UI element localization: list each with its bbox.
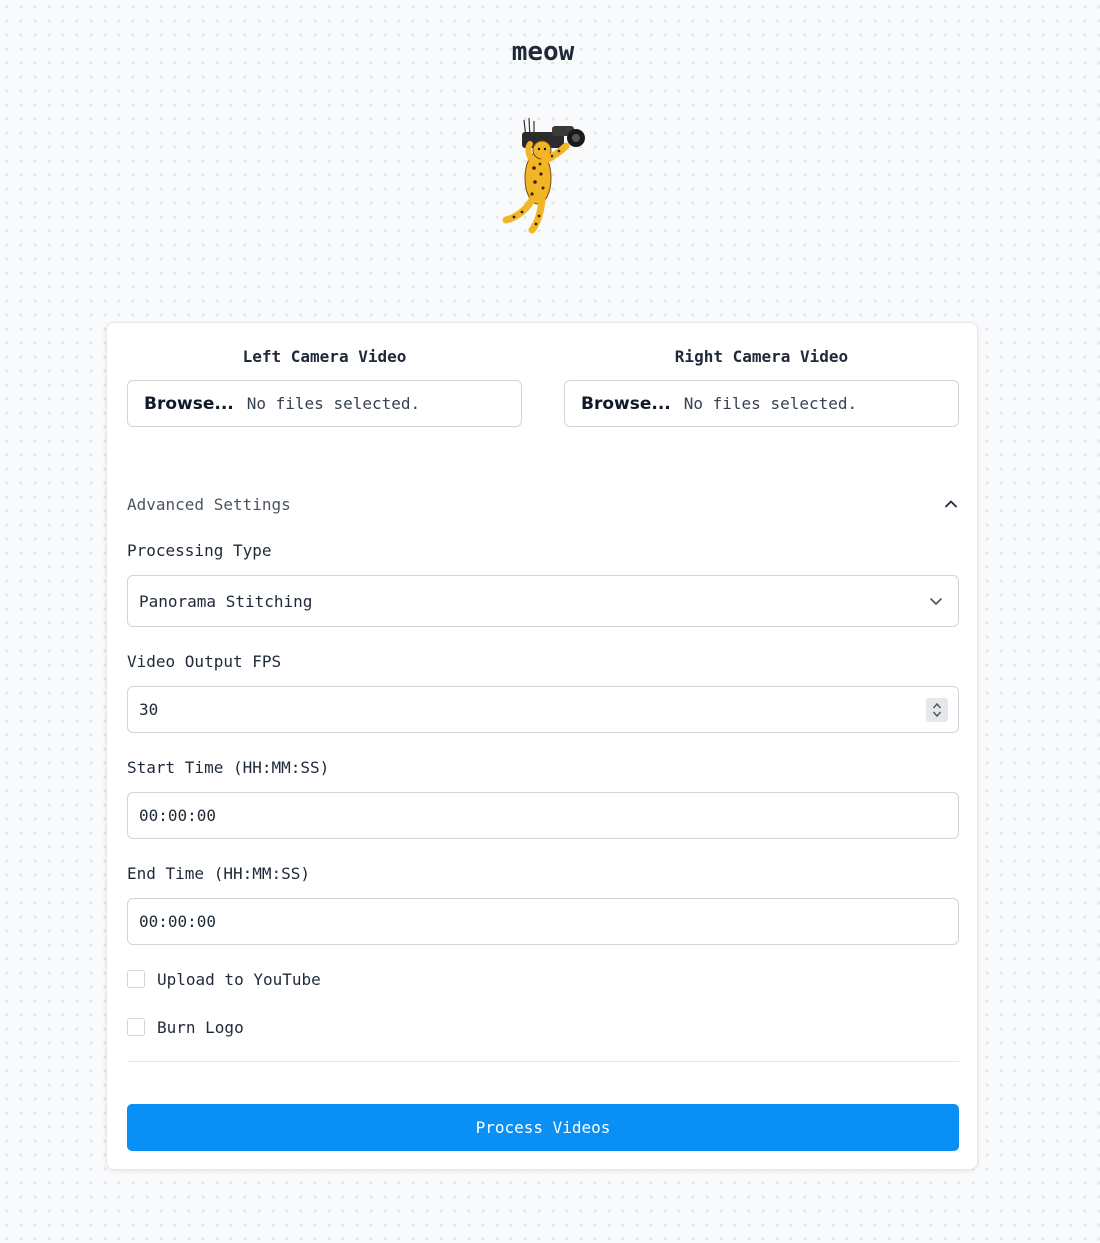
page-title: meow: [511, 37, 575, 67]
fps-stepper[interactable]: [926, 697, 948, 722]
left-browse-button[interactable]: Browse...: [144, 394, 234, 414]
start-time-input[interactable]: 00:00:00: [127, 792, 959, 839]
left-camera-file-input[interactable]: Browse... No files selected.: [127, 380, 522, 427]
right-file-status: No files selected.: [683, 394, 858, 413]
right-camera-label: Right Camera Video: [674, 347, 849, 366]
upload-youtube-checkbox[interactable]: [127, 970, 145, 988]
cheetah-camera-mascot: [502, 117, 585, 234]
burn-logo-checkbox[interactable]: [127, 1018, 145, 1036]
processing-type-value: Panorama Stitching: [139, 591, 313, 611]
end-time-value: 00:00:00: [139, 912, 217, 931]
end-time-input[interactable]: 00:00:00: [127, 898, 959, 945]
process-videos-button[interactable]: Process Videos: [127, 1104, 959, 1151]
advanced-settings-title: Advanced Settings: [127, 494, 291, 514]
fps-value: 30: [139, 700, 159, 719]
start-time-label: Start Time (HH:MM:SS): [127, 758, 330, 777]
upload-card: Left Camera Video Browse... No files sel…: [106, 322, 978, 1170]
stepper-down-icon[interactable]: [932, 710, 942, 718]
right-browse-button[interactable]: Browse...: [581, 394, 671, 414]
burn-logo-option[interactable]: Burn Logo: [127, 1017, 244, 1037]
start-time-value: 00:00:00: [139, 806, 217, 825]
processing-type-select[interactable]: Panorama Stitching: [127, 575, 959, 627]
end-time-label: End Time (HH:MM:SS): [127, 864, 311, 883]
advanced-settings-toggle[interactable]: Advanced Settings: [127, 493, 959, 515]
divider: [127, 1061, 959, 1062]
left-camera-label: Left Camera Video: [242, 347, 407, 366]
stepper-up-icon[interactable]: [932, 702, 942, 710]
upload-youtube-option[interactable]: Upload to YouTube: [127, 969, 321, 989]
fps-label: Video Output FPS: [127, 652, 282, 671]
chevron-up-icon: [945, 500, 957, 508]
right-camera-file-input[interactable]: Browse... No files selected.: [564, 380, 959, 427]
fps-input[interactable]: 30: [127, 686, 959, 733]
chevron-down-icon: [930, 598, 942, 605]
upload-youtube-label: Upload to YouTube: [157, 969, 321, 989]
left-file-status: No files selected.: [246, 394, 421, 413]
burn-logo-label: Burn Logo: [157, 1017, 244, 1037]
processing-type-label: Processing Type: [127, 541, 272, 560]
